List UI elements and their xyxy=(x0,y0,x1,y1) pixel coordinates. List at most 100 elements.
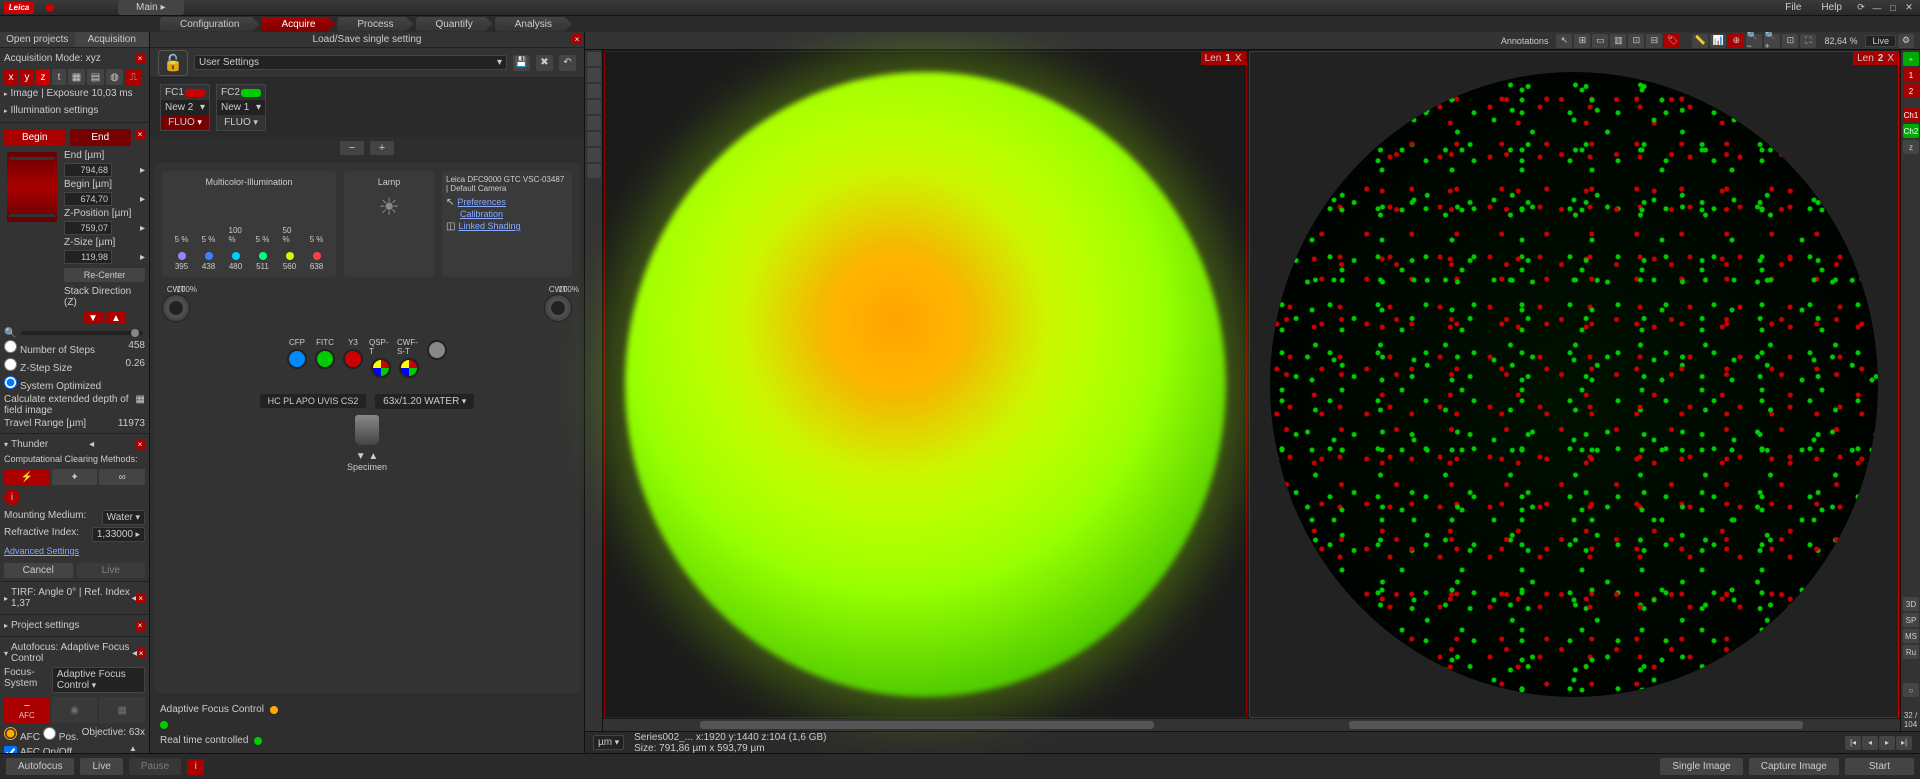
vt-4[interactable]: ▥ xyxy=(1610,34,1626,48)
live-button[interactable]: Live xyxy=(77,563,146,578)
info-icon[interactable]: i xyxy=(4,489,20,505)
filter-wheel-2[interactable]: 100% xyxy=(544,294,572,322)
main-menu[interactable]: Main ▸ xyxy=(118,0,184,15)
close-icon[interactable]: × xyxy=(135,129,145,139)
nav-next[interactable]: ▸ xyxy=(1879,736,1895,750)
add-channel-button[interactable]: + xyxy=(370,141,394,155)
tab-configuration[interactable]: Configuration xyxy=(160,17,259,32)
fc1-fluo[interactable]: FLUO ▾ xyxy=(161,115,209,130)
y-button[interactable]: y xyxy=(20,69,34,85)
zsize-input[interactable] xyxy=(64,250,112,264)
close-pane-icon[interactable]: X xyxy=(1887,53,1894,64)
afc-radio[interactable] xyxy=(4,727,17,740)
st-5[interactable] xyxy=(587,116,601,130)
afc-onoff-check[interactable] xyxy=(4,746,17,753)
lock-icon[interactable]: 🔓 xyxy=(158,50,188,76)
afc-opt-3[interactable]: ▦ xyxy=(99,697,145,723)
fc1-select[interactable]: New 2▾ xyxy=(161,100,209,115)
projset-header[interactable]: Project settings xyxy=(11,620,79,631)
vt-2[interactable]: ⊞ xyxy=(1574,34,1590,48)
tab-process[interactable]: Process xyxy=(337,17,413,32)
capture-image-button[interactable]: Capture Image xyxy=(1749,758,1839,775)
st-4[interactable] xyxy=(587,100,601,114)
start-button[interactable]: Start xyxy=(1845,758,1914,775)
file-menu[interactable]: File xyxy=(1775,0,1811,15)
close-icon[interactable]: × xyxy=(137,648,145,658)
remove-channel-button[interactable]: − xyxy=(340,141,364,155)
afc-button[interactable]: ⎯AFC xyxy=(4,697,50,723)
rs-ms[interactable]: MS xyxy=(1903,629,1919,643)
save-icon[interactable]: 💾 xyxy=(513,55,530,71)
fc2-select[interactable]: New 1▾ xyxy=(217,100,265,115)
focussys-select[interactable]: Adaptive Focus Control ▾ xyxy=(52,667,145,693)
preferences-link[interactable]: Preferences xyxy=(457,196,506,208)
illum-slider-395[interactable]: 5 %395 xyxy=(175,235,189,271)
autofocus-button[interactable]: Autofocus xyxy=(6,758,74,775)
filter-cube-FITC[interactable]: FITC xyxy=(313,338,337,378)
vt-zoom-in[interactable]: 🔍+ xyxy=(1764,34,1780,48)
close-pane-icon[interactable]: X xyxy=(1235,53,1242,64)
fc1-box[interactable]: FC1 New 2▾ FLUO ▾ xyxy=(160,84,210,131)
user-settings-select[interactable]: User Settings ▾ xyxy=(194,55,507,70)
z-stack-visual[interactable] xyxy=(7,152,57,222)
rs-ru[interactable]: Ru xyxy=(1903,645,1919,659)
illum-slider-511[interactable]: 5 %511 xyxy=(256,235,270,271)
cancel-button[interactable]: Cancel xyxy=(4,563,73,578)
help-menu[interactable]: Help xyxy=(1811,0,1852,15)
mode-icon-4[interactable]: ⎍ xyxy=(125,69,142,85)
vt-1[interactable]: ↖ xyxy=(1556,34,1572,48)
mode-icon-1[interactable]: ▦ xyxy=(68,69,85,85)
zstep-radio[interactable] xyxy=(4,358,17,371)
fc2-fluo[interactable]: FLUO ▾ xyxy=(217,115,265,130)
minimize-button[interactable]: — xyxy=(1870,2,1884,14)
tirf-header[interactable]: TIRF: Angle 0° | Ref. Index 1,37 xyxy=(11,587,131,609)
hscroll-2[interactable] xyxy=(1252,719,1901,731)
pause-button[interactable]: Pause xyxy=(129,758,181,775)
close-icon[interactable]: × xyxy=(136,593,145,603)
advanced-settings-link[interactable]: Advanced Settings xyxy=(4,543,145,559)
rs-3d[interactable]: 3D xyxy=(1903,597,1919,611)
filter-cube-CWF-S-T[interactable]: CWF-S-T xyxy=(397,338,421,378)
nsteps-radio[interactable] xyxy=(4,340,17,353)
refresh-icon[interactable]: ⟳ xyxy=(1854,2,1868,14)
calcdof-icon[interactable]: ▦ xyxy=(136,394,145,416)
maximize-button[interactable]: □ xyxy=(1886,2,1900,14)
refidx-input[interactable]: 1,33000 ▸ xyxy=(92,527,145,542)
view-2-button[interactable]: 2 xyxy=(1903,84,1919,98)
vt-fullscreen[interactable]: ⛶ xyxy=(1800,34,1816,48)
view-1-button[interactable]: 1 xyxy=(1903,68,1919,82)
undo-icon[interactable]: ↶ xyxy=(559,55,576,71)
vt-target[interactable]: ⊕ xyxy=(1728,34,1744,48)
vt-6[interactable]: ⊟ xyxy=(1646,34,1662,48)
ch1-button[interactable]: Ch1 xyxy=(1903,108,1919,122)
stack-up-button[interactable]: ▲ xyxy=(106,312,126,324)
filter-cube-Y3[interactable]: Y3 xyxy=(341,338,365,378)
zpos-input[interactable] xyxy=(64,221,112,235)
linked-shading-link[interactable]: Linked Shading xyxy=(458,220,520,232)
st-8[interactable] xyxy=(587,164,601,178)
ch2-button[interactable]: Ch2 xyxy=(1903,124,1919,138)
mode-icon-2[interactable]: ▤ xyxy=(87,69,104,85)
sysopt-radio[interactable] xyxy=(4,376,17,389)
comp-method-1[interactable]: ⚡ xyxy=(4,469,50,485)
afc-opt-2[interactable]: ◉ xyxy=(52,697,98,723)
annotations-label[interactable]: Annotations xyxy=(1495,36,1555,46)
begin-um-input[interactable] xyxy=(64,192,112,206)
thunder-header[interactable]: Thunder xyxy=(11,439,48,450)
st-2[interactable] xyxy=(587,68,601,82)
comp-method-2[interactable]: ✦ xyxy=(52,469,98,485)
filter-cube-CFP[interactable]: CFP xyxy=(285,338,309,378)
vt-ruler[interactable]: 📏 xyxy=(1692,34,1708,48)
end-um-input[interactable] xyxy=(64,163,112,177)
end-button[interactable]: End xyxy=(70,129,132,146)
illum-slider-638[interactable]: 5 %638 xyxy=(310,235,324,271)
illum-slider-480[interactable]: 100 %480 xyxy=(229,226,243,271)
close-icon[interactable]: × xyxy=(135,440,145,450)
open-projects-tab[interactable]: Open projects xyxy=(0,32,75,47)
nav-first[interactable]: |◂ xyxy=(1845,736,1861,750)
close-icon[interactable]: × xyxy=(135,54,145,64)
vt-3[interactable]: ▭ xyxy=(1592,34,1608,48)
info-button[interactable]: i xyxy=(187,759,204,775)
illum-slider-560[interactable]: 50 %560 xyxy=(283,226,297,271)
tab-quantify[interactable]: Quantify xyxy=(416,17,493,32)
